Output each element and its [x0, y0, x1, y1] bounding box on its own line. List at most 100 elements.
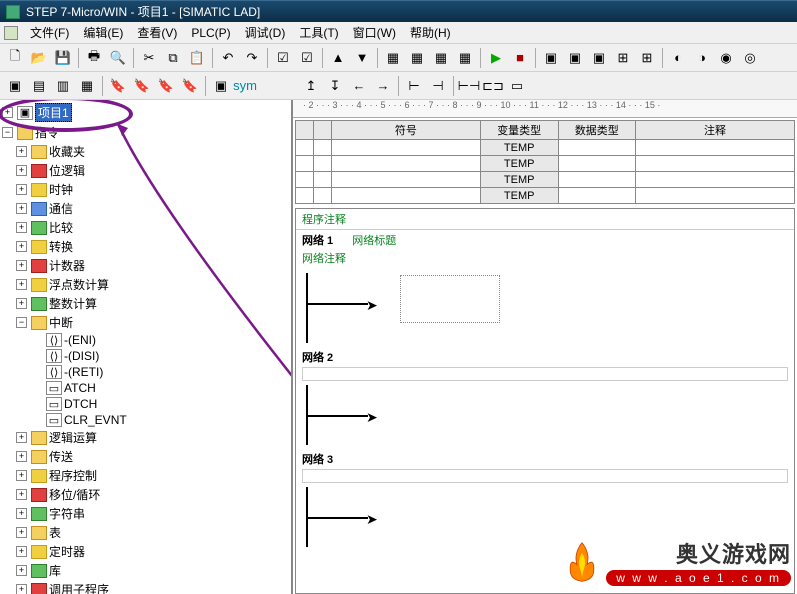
network-1-rung[interactable]: ➤: [306, 273, 794, 343]
table-row[interactable]: TEMP: [296, 140, 795, 156]
expand-icon[interactable]: +: [16, 546, 27, 557]
expand-icon[interactable]: +: [16, 565, 27, 576]
expand-icon[interactable]: +: [16, 451, 27, 462]
tree-item[interactable]: + 比较: [2, 218, 289, 237]
ladder-icon-4[interactable]: ⊏⊐: [482, 75, 504, 97]
expand-icon[interactable]: +: [2, 107, 13, 118]
table-row[interactable]: TEMP: [296, 156, 795, 172]
undo-icon[interactable]: ↶: [217, 47, 239, 69]
expand-icon[interactable]: +: [16, 279, 27, 290]
bookmark-icon-3[interactable]: 🔖: [155, 75, 177, 97]
monitor-icon-3[interactable]: ▣: [588, 47, 610, 69]
tree-item[interactable]: + 时钟: [2, 180, 289, 199]
expand-icon[interactable]: +: [16, 489, 27, 500]
print-icon[interactable]: 🖶: [83, 47, 105, 69]
tree-item[interactable]: + 移位/循环: [2, 485, 289, 504]
tree-leaf[interactable]: ▭ ATCH: [2, 380, 289, 396]
nav-icon-2[interactable]: ↧: [324, 75, 346, 97]
download-icon[interactable]: ▼: [351, 47, 373, 69]
tree-leaf[interactable]: ⟨⟩ -(DISI): [2, 348, 289, 364]
preview-icon[interactable]: 🔍: [107, 47, 129, 69]
misc-icon-3[interactable]: ◉: [715, 47, 737, 69]
view-icon-1[interactable]: ▣: [4, 75, 26, 97]
tree-item[interactable]: + 定时器: [2, 542, 289, 561]
bookmark-icon-2[interactable]: 🔖: [131, 75, 153, 97]
tree-item[interactable]: + 库: [2, 561, 289, 580]
new-icon[interactable]: 🗋: [4, 47, 26, 69]
tree-item[interactable]: + 程序控制: [2, 466, 289, 485]
tree-item[interactable]: + 转换: [2, 237, 289, 256]
menu-debug[interactable]: 调试(D): [239, 22, 292, 43]
tree-item[interactable]: + 字符串: [2, 504, 289, 523]
tree-item[interactable]: + 逻辑运算: [2, 428, 289, 447]
network-3-rung[interactable]: ➤: [306, 487, 794, 547]
open-icon[interactable]: 📂: [28, 47, 50, 69]
ladder-icon-5[interactable]: ▭: [506, 75, 528, 97]
tree-leaf[interactable]: ▭ DTCH: [2, 396, 289, 412]
toggle-icon-2[interactable]: sym: [234, 75, 256, 97]
menu-view[interactable]: 查看(V): [131, 22, 183, 43]
expand-icon[interactable]: +: [16, 203, 27, 214]
ladder-icon-3[interactable]: ⊢⊣: [458, 75, 480, 97]
nav-icon-4[interactable]: →: [372, 75, 394, 97]
tree-item[interactable]: + 位逻辑: [2, 161, 289, 180]
network-3-title[interactable]: 网络 3: [296, 449, 794, 469]
misc-icon-4[interactable]: ◎: [739, 47, 761, 69]
program-comment[interactable]: 程序注释: [296, 209, 794, 230]
tool-icon-4[interactable]: ▦: [454, 47, 476, 69]
ladder-icon-1[interactable]: ⊢: [403, 75, 425, 97]
view-icon-4[interactable]: ▦: [76, 75, 98, 97]
tree-item[interactable]: + 浮点数计算: [2, 275, 289, 294]
variable-table[interactable]: 符号 变量类型 数据类型 注释 TEMP TEMP TEMP TEMP: [295, 120, 795, 204]
tree-item[interactable]: + 整数计算: [2, 294, 289, 313]
run-icon[interactable]: ▶: [485, 47, 507, 69]
compile-icon[interactable]: ☑: [272, 47, 294, 69]
expand-icon[interactable]: +: [16, 241, 27, 252]
cut-icon[interactable]: ✂: [138, 47, 160, 69]
menu-help[interactable]: 帮助(H): [404, 22, 457, 43]
tree-item[interactable]: − 中断: [2, 313, 289, 332]
stop-icon[interactable]: ■: [509, 47, 531, 69]
network-1-comment[interactable]: 网络注释: [296, 250, 794, 269]
network-1-title[interactable]: 网络 1 网络标题: [296, 230, 794, 250]
nav-icon-3[interactable]: ←: [348, 75, 370, 97]
expand-icon[interactable]: +: [16, 165, 27, 176]
tool-icon-3[interactable]: ▦: [430, 47, 452, 69]
tree-item[interactable]: + 传送: [2, 447, 289, 466]
menu-file[interactable]: 文件(F): [24, 22, 75, 43]
toggle-icon-1[interactable]: ▣: [210, 75, 232, 97]
expand-icon[interactable]: +: [16, 470, 27, 481]
expand-icon[interactable]: +: [16, 298, 27, 309]
network-2-comment[interactable]: [302, 367, 788, 381]
view-icon-2[interactable]: ▤: [28, 75, 50, 97]
table-row[interactable]: TEMP: [296, 172, 795, 188]
expand-icon[interactable]: +: [16, 184, 27, 195]
network-2-title[interactable]: 网络 2: [296, 347, 794, 367]
menu-tools[interactable]: 工具(T): [293, 22, 344, 43]
project-tree[interactable]: + ▣ 项目1 − 指令 + 收藏夹 + 位逻辑 + 时钟 + 通信: [0, 100, 293, 594]
view-icon-3[interactable]: ▥: [52, 75, 74, 97]
monitor-icon-4[interactable]: ⊞: [612, 47, 634, 69]
tool-icon-1[interactable]: ▦: [382, 47, 404, 69]
network-3-comment[interactable]: [302, 469, 788, 483]
expand-icon[interactable]: +: [16, 260, 27, 271]
monitor-icon-2[interactable]: ▣: [564, 47, 586, 69]
tree-item[interactable]: + 表: [2, 523, 289, 542]
expand-icon[interactable]: +: [16, 146, 27, 157]
misc-icon-2[interactable]: ◑: [691, 47, 713, 69]
copy-icon[interactable]: ⧉: [162, 47, 184, 69]
tree-item[interactable]: + 通信: [2, 199, 289, 218]
expand-icon[interactable]: +: [16, 584, 27, 594]
save-icon[interactable]: 💾: [52, 47, 74, 69]
redo-icon[interactable]: ↷: [241, 47, 263, 69]
table-row[interactable]: TEMP: [296, 188, 795, 204]
tree-leaf[interactable]: ▭ CLR_EVNT: [2, 412, 289, 428]
compile-all-icon[interactable]: ☑: [296, 47, 318, 69]
menu-window[interactable]: 窗口(W): [347, 22, 402, 43]
expand-icon[interactable]: +: [16, 222, 27, 233]
ladder-editor[interactable]: 程序注释 网络 1 网络标题 网络注释 ➤ 网络 2 ➤ 网络 3 ➤: [295, 208, 795, 594]
tree-root[interactable]: + ▣ 项目1: [2, 102, 289, 123]
ladder-icon-2[interactable]: ⊣: [427, 75, 449, 97]
nav-icon-1[interactable]: ↥: [300, 75, 322, 97]
upload-icon[interactable]: ▲: [327, 47, 349, 69]
